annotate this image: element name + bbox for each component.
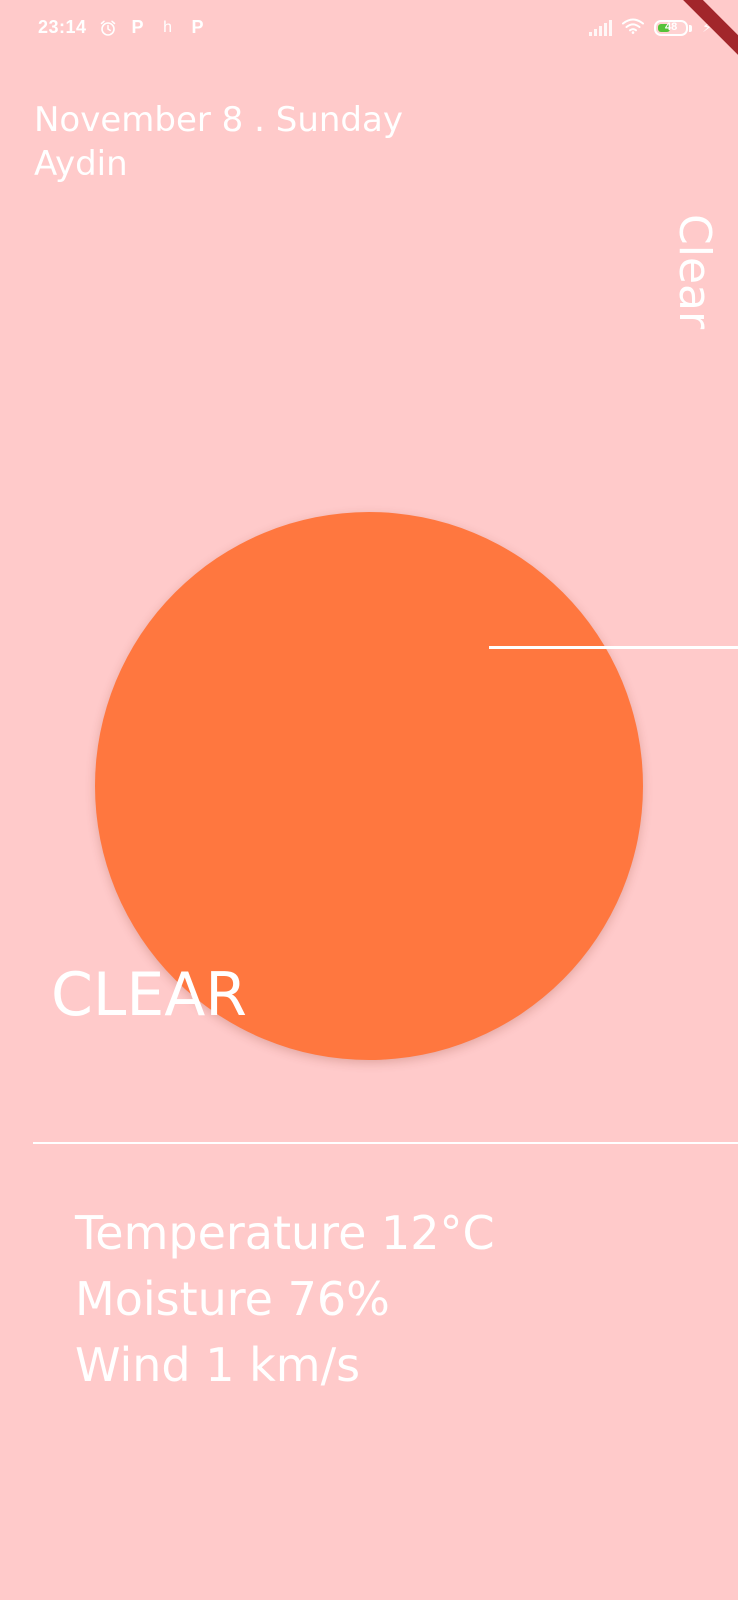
h-app-icon: h [163,18,172,36]
p-app-icon: P [191,17,204,37]
wifi-icon [622,18,645,38]
p-app-icon: P [131,17,144,37]
temperature-label: Temperature 12°C [75,1206,495,1260]
condition-vertical-label: Clear [669,214,720,330]
wind-label: Wind 1 km/s [75,1338,361,1392]
signal-icon [589,20,613,36]
condition-big-label: CLEAR [51,960,247,1030]
city-label: Aydin [34,144,128,184]
debug-banner [678,0,738,60]
alarm-icon [99,19,117,37]
weather-stats: Temperature 12°C Moisture 76% Wind 1 km/… [75,1200,495,1398]
status-left: 23:14 P h P [38,17,207,38]
status-time: 23:14 [38,17,87,37]
header: November 8 . Sunday Aydin [34,98,403,186]
pointer-line [489,646,738,649]
date-label: November 8 . Sunday [34,100,403,140]
divider [33,1142,738,1144]
status-bar: 23:14 P h P 48 ⚡ [0,0,738,58]
moisture-label: Moisture 76% [75,1272,390,1326]
